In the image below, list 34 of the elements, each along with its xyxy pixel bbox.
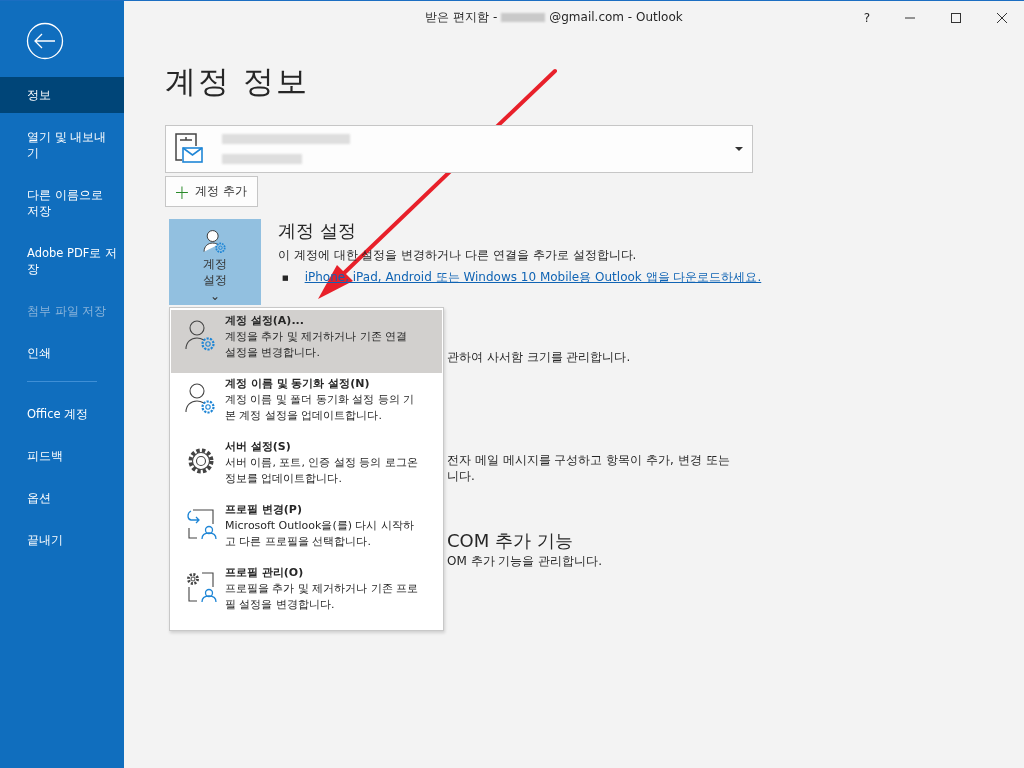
sidebar-item[interactable]: Office 계정 — [0, 396, 124, 432]
account-settings-button[interactable]: 계정 설정 ⌄ — [169, 219, 261, 305]
profile-gear-icon — [185, 571, 217, 603]
sidebar-item[interactable]: 열기 및 내보내기 — [0, 119, 124, 171]
section-description: 니다. — [447, 468, 476, 484]
person-gear-icon — [185, 319, 217, 351]
section-heading: 계정 설정 — [278, 219, 357, 243]
sidebar-item[interactable]: 인쇄 — [0, 335, 124, 371]
back-icon[interactable] — [26, 22, 64, 60]
sidebar-item[interactable]: 피드백 — [0, 438, 124, 474]
maximize-icon[interactable] — [950, 12, 962, 24]
section-description: OM 추가 기능을 관리합니다. — [447, 553, 604, 569]
profile-switch-icon — [185, 508, 217, 540]
sidebar-item[interactable]: 다른 이름으로 저장 — [0, 177, 124, 229]
sidebar-item[interactable]: Adobe PDF로 저장 — [0, 235, 124, 287]
section-description: 이 계정에 대한 설정을 변경하거나 다른 연결을 추가로 설정합니다. — [278, 247, 638, 264]
sidebar-item[interactable]: 옵션 — [0, 480, 124, 516]
dropdown-arrow-icon — [735, 147, 743, 151]
sidebar-item[interactable]: 끝내기 — [0, 522, 124, 558]
section-description: 전자 메일 메시지를 구성하고 항목이 추가, 변경 또는 — [447, 452, 731, 468]
close-icon[interactable] — [996, 12, 1008, 24]
sidebar-item[interactable]: 정보 — [0, 77, 124, 113]
menu-item[interactable]: 계정 설정(A)... 계정을 추가 및 제거하거나 기존 연결 설정을 변경합니다. — [171, 310, 442, 373]
section-description: 관하여 사서함 크기를 관리합니다. — [447, 349, 632, 365]
menu-item[interactable]: 계정 이름 및 동기화 설정(N) 계정 이름 및 폴더 동기화 설정 등의 기본 계정 설정을 업데이트합니다. — [171, 373, 442, 436]
section-heading: COM 추가 기능 — [447, 530, 574, 552]
person-gear-icon — [185, 382, 217, 414]
menu-item[interactable]: 서버 설정(S) 서버 이름, 포트, 인증 설정 등의 로그온 정보를 업데이트합니다. — [171, 436, 442, 499]
menu-item[interactable]: 프로필 변경(P) Microsoft Outlook을(를) 다시 시작하고 다른 프로필을 선택합니다. — [171, 499, 442, 562]
menu-item[interactable]: 프로필 관리(O) 프로필을 추가 및 제거하거나 기존 프로필 설정을 변경합니다. — [171, 562, 442, 625]
page-heading: 계정 정보 — [165, 63, 310, 99]
mailbox-icon — [174, 132, 204, 166]
help-button[interactable]: ? — [863, 11, 870, 25]
add-account-button[interactable]: + 계정 추가 — [165, 176, 258, 207]
